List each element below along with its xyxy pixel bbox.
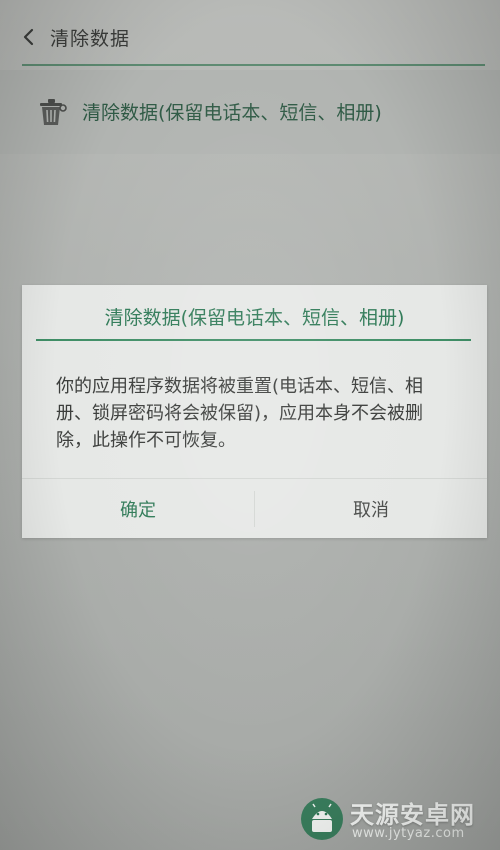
watermark-url: www.jytyaz.com bbox=[352, 826, 465, 841]
cancel-button[interactable]: 取消 bbox=[255, 479, 487, 539]
page-title: 清除数据 bbox=[50, 28, 131, 50]
android-logo-icon bbox=[301, 798, 343, 840]
trash-icon bbox=[40, 99, 67, 125]
app-screen: 清除数据 清除数据(保留电话本、短信、相册) 清除数据(保留电话本、短信、相册)… bbox=[0, 0, 500, 850]
clear-data-option[interactable]: 清除数据(保留电话本、短信、相册) bbox=[0, 70, 500, 154]
title-bar: 清除数据 bbox=[0, 0, 500, 68]
site-watermark: 天源安卓网 www.jytyaz.com bbox=[300, 793, 495, 845]
back-button[interactable] bbox=[14, 22, 44, 52]
chevron-left-icon bbox=[23, 28, 34, 46]
clear-data-option-label: 清除数据(保留电话本、短信、相册) bbox=[82, 102, 382, 124]
header-divider bbox=[22, 64, 485, 66]
dialog-divider bbox=[36, 339, 471, 341]
dialog-button-bar: 确定 取消 bbox=[22, 478, 487, 539]
ok-button[interactable]: 确定 bbox=[22, 479, 254, 539]
dialog-title: 清除数据(保留电话本、短信、相册) bbox=[104, 307, 405, 329]
dialog-message: 你的应用程序数据将被重置(电话本、短信、相册、锁屏密码将会被保留)，应用本身不会… bbox=[56, 376, 424, 451]
confirm-dialog: 清除数据(保留电话本、短信、相册) 你的应用程序数据将被重置(电话本、短信、相册… bbox=[22, 285, 487, 538]
watermark-name: 天源安卓网 bbox=[350, 801, 475, 829]
